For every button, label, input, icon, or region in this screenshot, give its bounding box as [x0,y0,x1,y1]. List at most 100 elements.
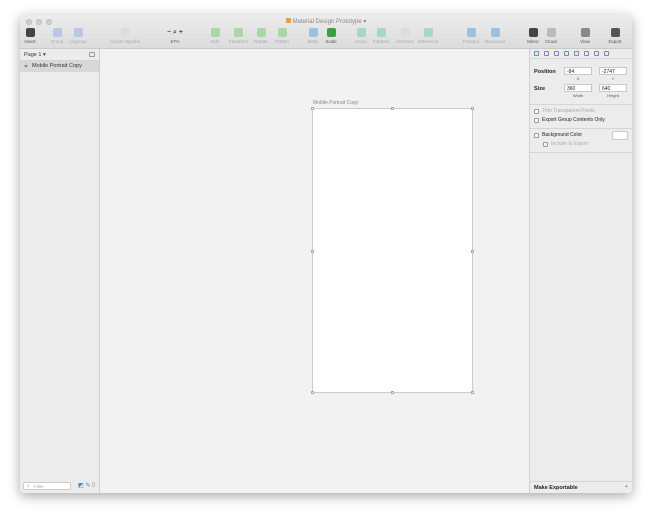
align-icon[interactable] [534,51,539,56]
align-icon[interactable] [594,51,599,56]
background-color-label: Background Color [542,132,583,138]
toolbar-difference-button[interactable]: Difference [415,28,441,44]
resize-handle[interactable] [391,391,394,394]
width-label: Width [572,93,584,98]
include-in-export-label: Include in Export [551,141,589,147]
make-exportable-button[interactable]: Make Exportable + [530,481,632,493]
alignment-bar [530,49,632,59]
document-icon [285,18,291,23]
toolbar-symbol-button[interactable]: Create Symbol [110,28,140,44]
resize-handle[interactable] [471,391,474,394]
trim-checkbox[interactable]: Trim Transparent Pixels [534,108,595,114]
toolbar-label: Export [608,39,622,44]
x-input[interactable]: -84 [564,67,592,75]
insert-icon [25,28,35,37]
height-label: Height [607,93,619,98]
artboard[interactable] [311,107,474,394]
toolbar-scale-button[interactable]: Scale [318,28,344,44]
trim-label: Trim Transparent Pixels [542,108,595,114]
toolbar-view-button[interactable]: View [572,28,598,44]
align-icon[interactable] [574,51,579,56]
mask-icon [308,28,318,37]
toolbar-forward-button[interactable]: Forward [458,28,484,44]
add-page-icon[interactable] [89,52,95,57]
toolbar-label: Create Symbol [110,39,140,44]
group-icon [52,28,62,37]
align-icon[interactable] [544,51,549,56]
resize-handle[interactable] [471,107,474,110]
toolbar-cloud-button[interactable]: Cloud [538,28,564,44]
toolbar-flatten-button[interactable]: Flatten [269,28,295,44]
size-label: Size [534,86,546,92]
toolbar: Material Design Prototype ▾ Insert Group U… [20,15,632,49]
align-icon[interactable] [604,51,609,56]
y-label: Y [611,76,615,81]
plus-icon[interactable]: + [625,484,628,490]
symbol-icon [120,28,130,37]
toolbar-label: Insert [24,39,36,44]
export-group-checkbox[interactable]: Export Group Contents Only [534,117,605,123]
align-icon[interactable] [564,51,569,56]
artboard-label[interactable]: Mobile Portrait Copy [313,100,358,106]
ungroup-icon [73,28,83,37]
toolbar-zoom-button[interactable]: − ⌕ + 57% [162,28,188,44]
canvas[interactable]: Mobile Portrait Copy [101,49,529,493]
toolbar-label: Mask [307,39,319,44]
toolbar-subtract-button[interactable]: Subtract [368,28,394,44]
window-title: Material Design Prototype ▾ [20,18,632,25]
toolbar-label: Backward [485,39,505,44]
align-icon[interactable] [554,51,559,56]
toolbar-backward-button[interactable]: Backward [482,28,508,44]
rotate-icon [256,28,266,37]
transform-icon [233,28,243,37]
page-name: Page 1 [24,52,42,58]
edit-icon [210,28,220,37]
difference-icon [423,28,433,37]
mirror-icon [528,28,538,37]
resize-handle[interactable] [391,107,394,110]
toolbar-ungroup-button[interactable]: Ungroup [65,28,91,44]
flatten-icon [277,28,287,37]
toolbar-label: Difference [417,39,439,44]
background-color-swatch[interactable] [612,131,628,140]
toolbar-label: Transform [227,39,249,44]
union-icon [356,28,366,37]
inspector: Position -84 -2747 X Y Size 360 640 Widt… [529,49,632,493]
align-icon[interactable] [584,51,589,56]
layer-item[interactable]: Mobile Portrait Copy [20,61,99,72]
toolbar-label: 57% [170,39,180,44]
toolbar-export-button[interactable]: Export [602,28,628,44]
export-group-label: Export Group Contents Only [542,117,605,123]
toolbar-label: Union [355,39,367,44]
background-color-checkbox[interactable]: Background Color [534,132,582,138]
resize-handle[interactable] [311,391,314,394]
sketch-window: Material Design Prototype ▾ Insert Group U… [20,15,632,493]
toolbar-label: Rotate [254,39,268,44]
export-icon [610,28,620,37]
page-selector[interactable]: Page 1 ▾ [20,49,99,61]
backward-icon [490,28,500,37]
make-exportable-label: Make Exportable [534,485,578,491]
forward-icon [466,28,476,37]
scale-icon [326,28,336,37]
toolbar-label: Scale [325,39,337,44]
layer-filter-icons[interactable]: ◩ ✎ 0 [78,482,95,489]
toolbar-label: Forward [462,39,480,44]
toolbar-label: Ungroup [69,39,87,44]
cloud-icon [546,28,556,37]
resize-handle[interactable] [311,107,314,110]
include-in-export-checkbox[interactable]: ✓ Include in Export [543,141,588,147]
toolbar-label: Group [50,39,64,44]
toolbar-insert-button[interactable]: Insert [20,28,43,44]
resize-handle[interactable] [311,250,314,253]
toolbar-label: Flatten [275,39,289,44]
zoom-icon: − ⌕ + [167,29,183,36]
x-label: X [576,76,580,81]
y-input[interactable]: -2747 [599,67,627,75]
width-input[interactable]: 360 [564,84,592,92]
height-input[interactable]: 640 [599,84,627,92]
subtract-icon [376,28,386,37]
resize-handle[interactable] [471,250,474,253]
filter-input[interactable]: Filter [23,482,71,490]
intersect-icon [400,28,410,37]
